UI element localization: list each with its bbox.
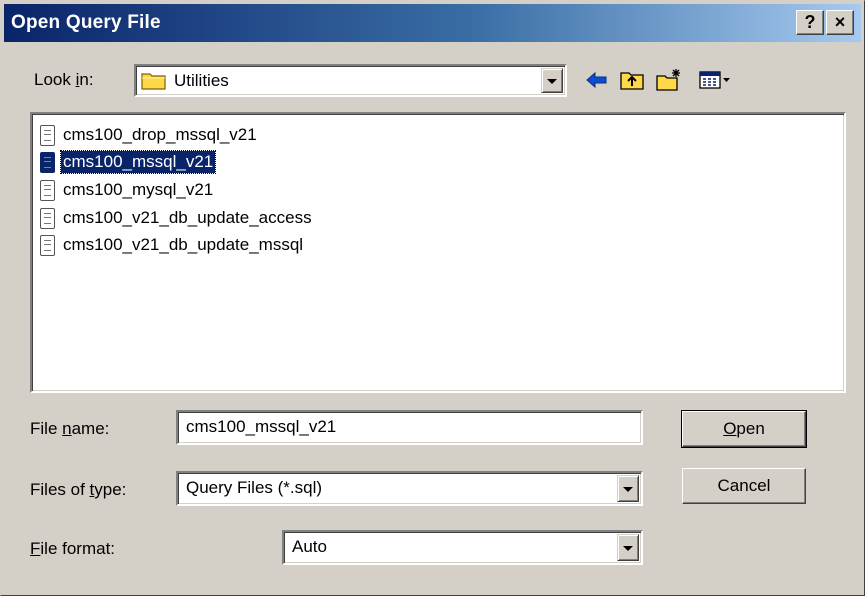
file-format-dropdown-button[interactable] xyxy=(617,534,639,561)
file-icon xyxy=(40,234,55,256)
file-list[interactable]: cms100_drop_mssql_v21 cms100_mssql_v21 c… xyxy=(30,112,846,393)
close-button[interactable]: × xyxy=(826,10,854,35)
help-button[interactable]: ? xyxy=(796,10,824,35)
file-icon xyxy=(40,179,55,201)
look-in-label: Look in: xyxy=(34,70,94,89)
look-in-value: Utilities xyxy=(174,71,229,90)
file-icon xyxy=(40,151,55,173)
file-icon xyxy=(40,124,55,146)
files-of-type-dropdown-button[interactable] xyxy=(617,475,639,502)
file-icon xyxy=(40,207,55,229)
title-bar[interactable]: Open Query File ? × xyxy=(4,4,861,42)
list-item-selected[interactable]: cms100_mssql_v21 xyxy=(40,149,217,175)
new-folder-icon[interactable] xyxy=(655,67,683,93)
open-query-file-dialog: Open Query File ? × Look in: Utilities c… xyxy=(0,0,865,596)
cancel-button[interactable]: Cancel xyxy=(682,468,806,504)
files-of-type-select[interactable]: Query Files (*.sql) xyxy=(176,471,643,506)
view-menu-icon[interactable] xyxy=(698,67,734,93)
folder-icon xyxy=(141,71,167,90)
file-format-select[interactable]: Auto xyxy=(282,530,643,565)
files-of-type-label: Files of type: xyxy=(30,480,127,499)
look-in-dropdown-button[interactable] xyxy=(541,68,563,93)
file-name-label: File name: xyxy=(30,419,110,438)
list-item[interactable]: cms100_v21_db_update_access xyxy=(40,205,314,231)
open-button[interactable]: Open xyxy=(681,410,807,448)
file-name-input[interactable]: cms100_mssql_v21 xyxy=(176,410,643,445)
list-item[interactable]: cms100_v21_db_update_mssql xyxy=(40,232,305,258)
file-format-label: File format: xyxy=(30,539,116,558)
list-item[interactable]: cms100_drop_mssql_v21 xyxy=(40,122,259,148)
look-in-combo[interactable]: Utilities xyxy=(134,64,567,97)
up-folder-icon[interactable] xyxy=(618,67,646,93)
list-item[interactable]: cms100_mysql_v21 xyxy=(40,177,215,203)
back-icon[interactable] xyxy=(583,67,611,93)
window-title: Open Query File xyxy=(11,12,161,33)
